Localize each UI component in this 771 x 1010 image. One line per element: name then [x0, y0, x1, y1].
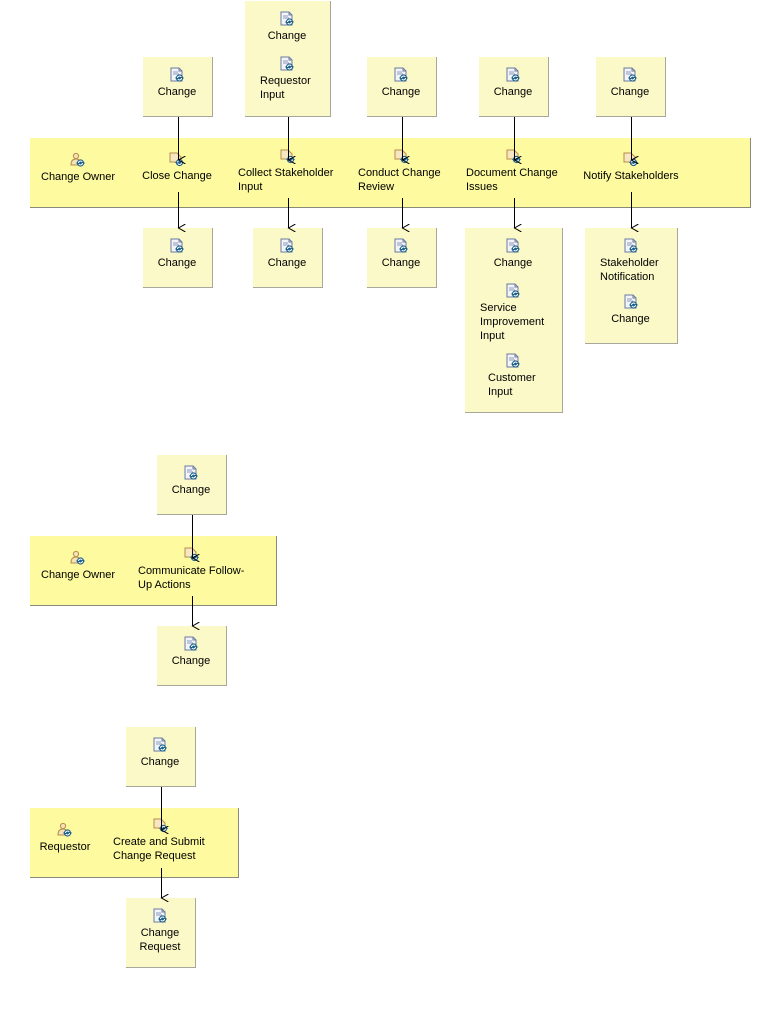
artifact-icon [504, 238, 522, 254]
task-create-and-submit-change-request[interactable]: Create and Submit Change Request [113, 817, 217, 863]
task-icon [393, 148, 411, 164]
artifact-requestor-input[interactable]: Requestor Input [245, 56, 329, 102]
task-icon [152, 817, 170, 833]
artifact-change[interactable]: Change [126, 737, 194, 769]
task-document-change-issues[interactable]: Document Change Issues [466, 148, 566, 194]
task-icon [168, 151, 186, 167]
artifact-change-request[interactable]: Change Request [126, 908, 194, 954]
artifact-change[interactable]: Change [367, 67, 435, 99]
artifact-icon [151, 908, 169, 924]
task-close-change[interactable]: Close Change [132, 151, 222, 183]
artifact-change[interactable]: Change [596, 67, 664, 99]
artifact-icon [168, 238, 186, 254]
task-notify-stakeholders[interactable]: Notify Stakeholders [576, 151, 686, 183]
task-communicate-follow-up-actions[interactable]: Communicate Follow- Up Actions [138, 546, 258, 592]
role-label: Change Owner [41, 171, 115, 183]
artifact-icon [504, 67, 522, 83]
artifact-icon [504, 353, 522, 369]
artifact-icon [622, 294, 640, 310]
artifact-change[interactable]: Change [253, 238, 321, 270]
task-icon [622, 151, 640, 167]
artifact-change[interactable]: Change [143, 238, 211, 270]
artifact-change[interactable]: Change [157, 636, 225, 668]
task-collect-stakeholder-input[interactable]: Collect Stakeholder Input [238, 148, 342, 194]
artifact-change[interactable]: Change [143, 67, 211, 99]
role-change-owner[interactable]: Change Owner [36, 152, 120, 184]
artifact-icon [392, 67, 410, 83]
role-change-owner[interactable]: Change Owner [36, 550, 120, 582]
task-icon [183, 546, 201, 562]
artifact-change[interactable]: Change [465, 238, 561, 270]
artifact-change[interactable]: Change [157, 465, 225, 497]
artifact-icon [504, 283, 522, 299]
artifact-change[interactable]: Change [245, 11, 329, 43]
artifact-icon [278, 238, 296, 254]
artifact-icon [182, 636, 200, 652]
artifact-customer-input[interactable]: Customer Input [465, 353, 561, 399]
artifact-icon [392, 238, 410, 254]
artifact-icon [151, 737, 169, 753]
artifact-icon [621, 67, 639, 83]
artifact-icon [168, 67, 186, 83]
artifact-service-improvement-input[interactable]: Service Improvement Input [465, 283, 561, 343]
artifact-change[interactable]: Change [367, 238, 435, 270]
role-icon [69, 550, 87, 566]
artifact-icon [622, 238, 640, 254]
role-requestor[interactable]: Requestor [30, 822, 100, 854]
artifact-icon [182, 465, 200, 481]
task-icon [279, 148, 297, 164]
artifact-stakeholder-notification[interactable]: Stakeholder Notification [585, 238, 676, 284]
role-icon [69, 152, 87, 168]
artifact-change[interactable]: Change [585, 294, 676, 326]
artifact-change[interactable]: Change [479, 67, 547, 99]
artifact-icon [278, 11, 296, 27]
task-conduct-change-review[interactable]: Conduct Change Review [358, 148, 450, 194]
artifact-icon [278, 56, 296, 72]
role-icon [56, 822, 74, 838]
task-icon [505, 148, 523, 164]
